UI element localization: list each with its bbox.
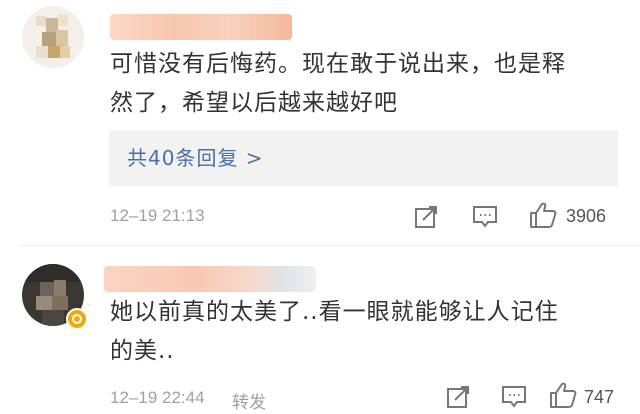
- comment-icon[interactable]: [500, 384, 528, 410]
- verified-badge-icon: [66, 308, 88, 330]
- like-icon[interactable]: [548, 380, 578, 410]
- comment-text-line-2: 的美..: [110, 338, 175, 364]
- comment-text-line-1: 她以前真的太美了..看一眼就能够让人记住: [110, 299, 559, 325]
- comment-item: 她以前真的太美了..看一眼就能够让人记住 的美.. 12–19 22:44 转发…: [0, 0, 640, 414]
- forward-link[interactable]: 转发: [232, 388, 266, 413]
- like-count: 747: [584, 387, 615, 407]
- share-icon[interactable]: [446, 384, 472, 410]
- username[interactable]: [104, 266, 316, 292]
- timestamp: 12–19 22:44: [110, 388, 205, 407]
